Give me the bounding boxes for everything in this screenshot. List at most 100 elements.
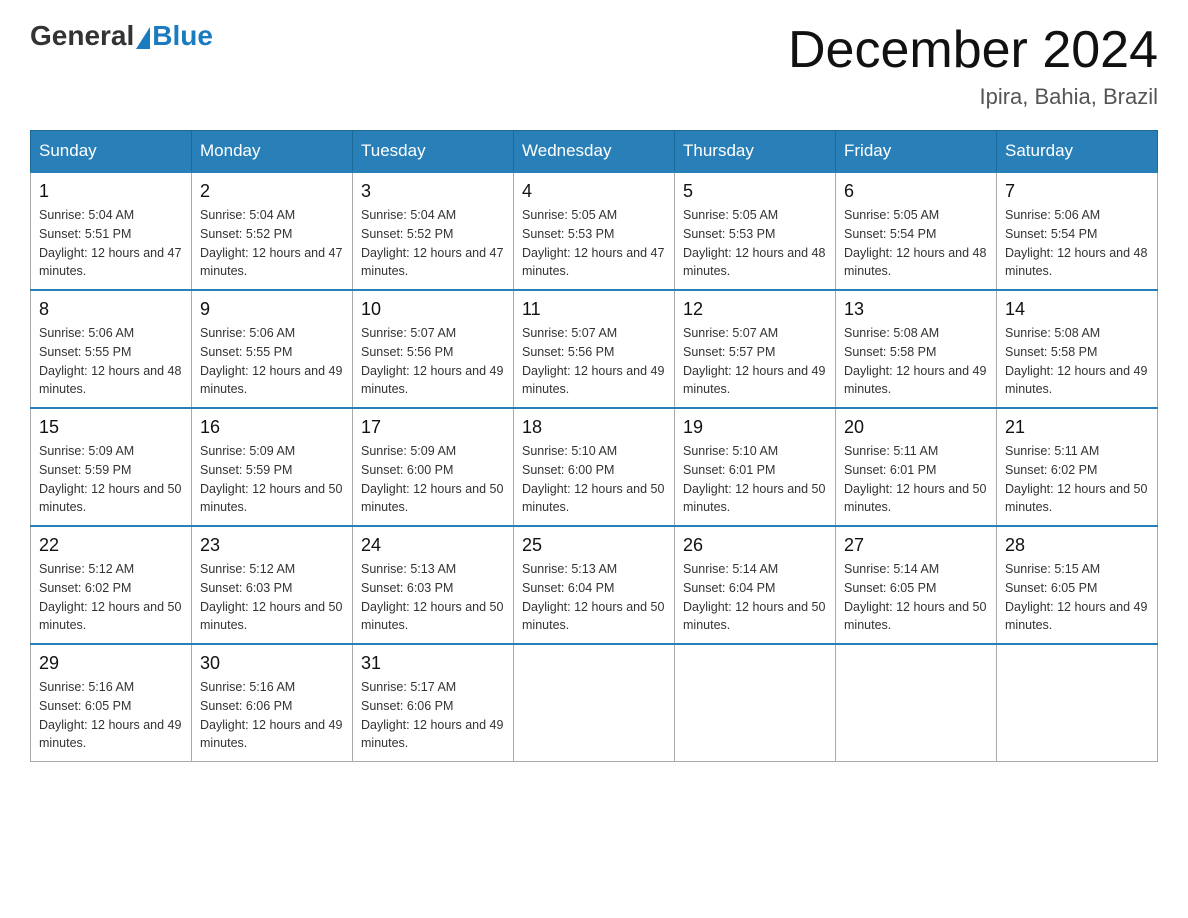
day-info: Sunrise: 5:11 AM Sunset: 6:01 PM Dayligh…: [844, 442, 988, 517]
day-info: Sunrise: 5:15 AM Sunset: 6:05 PM Dayligh…: [1005, 560, 1149, 635]
day-number: 7: [1005, 181, 1149, 202]
day-number: 27: [844, 535, 988, 556]
day-number: 25: [522, 535, 666, 556]
day-info: Sunrise: 5:11 AM Sunset: 6:02 PM Dayligh…: [1005, 442, 1149, 517]
table-row: 3 Sunrise: 5:04 AM Sunset: 5:52 PM Dayli…: [353, 172, 514, 290]
col-wednesday: Wednesday: [514, 131, 675, 173]
day-number: 14: [1005, 299, 1149, 320]
table-row: 16 Sunrise: 5:09 AM Sunset: 5:59 PM Dayl…: [192, 408, 353, 526]
table-row: 8 Sunrise: 5:06 AM Sunset: 5:55 PM Dayli…: [31, 290, 192, 408]
day-info: Sunrise: 5:04 AM Sunset: 5:51 PM Dayligh…: [39, 206, 183, 281]
day-info: Sunrise: 5:08 AM Sunset: 5:58 PM Dayligh…: [844, 324, 988, 399]
table-row: 6 Sunrise: 5:05 AM Sunset: 5:54 PM Dayli…: [836, 172, 997, 290]
week-row-5: 29 Sunrise: 5:16 AM Sunset: 6:05 PM Dayl…: [31, 644, 1158, 762]
day-info: Sunrise: 5:06 AM Sunset: 5:55 PM Dayligh…: [39, 324, 183, 399]
day-number: 11: [522, 299, 666, 320]
day-info: Sunrise: 5:10 AM Sunset: 6:00 PM Dayligh…: [522, 442, 666, 517]
day-number: 30: [200, 653, 344, 674]
day-number: 1: [39, 181, 183, 202]
table-row: 11 Sunrise: 5:07 AM Sunset: 5:56 PM Dayl…: [514, 290, 675, 408]
day-number: 8: [39, 299, 183, 320]
day-info: Sunrise: 5:13 AM Sunset: 6:04 PM Dayligh…: [522, 560, 666, 635]
day-info: Sunrise: 5:13 AM Sunset: 6:03 PM Dayligh…: [361, 560, 505, 635]
day-number: 3: [361, 181, 505, 202]
day-number: 12: [683, 299, 827, 320]
table-row: [997, 644, 1158, 762]
day-number: 26: [683, 535, 827, 556]
day-number: 16: [200, 417, 344, 438]
week-row-2: 8 Sunrise: 5:06 AM Sunset: 5:55 PM Dayli…: [31, 290, 1158, 408]
day-info: Sunrise: 5:08 AM Sunset: 5:58 PM Dayligh…: [1005, 324, 1149, 399]
logo-triangle-icon: [136, 27, 150, 49]
day-info: Sunrise: 5:10 AM Sunset: 6:01 PM Dayligh…: [683, 442, 827, 517]
table-row: 31 Sunrise: 5:17 AM Sunset: 6:06 PM Dayl…: [353, 644, 514, 762]
day-number: 13: [844, 299, 988, 320]
day-number: 9: [200, 299, 344, 320]
day-info: Sunrise: 5:09 AM Sunset: 5:59 PM Dayligh…: [39, 442, 183, 517]
table-row: 7 Sunrise: 5:06 AM Sunset: 5:54 PM Dayli…: [997, 172, 1158, 290]
day-number: 19: [683, 417, 827, 438]
day-number: 22: [39, 535, 183, 556]
day-number: 20: [844, 417, 988, 438]
day-info: Sunrise: 5:05 AM Sunset: 5:54 PM Dayligh…: [844, 206, 988, 281]
day-info: Sunrise: 5:07 AM Sunset: 5:56 PM Dayligh…: [522, 324, 666, 399]
logo-blue-part: Blue: [134, 20, 213, 52]
day-info: Sunrise: 5:12 AM Sunset: 6:02 PM Dayligh…: [39, 560, 183, 635]
day-number: 17: [361, 417, 505, 438]
location-subtitle: Ipira, Bahia, Brazil: [788, 84, 1158, 110]
table-row: 20 Sunrise: 5:11 AM Sunset: 6:01 PM Dayl…: [836, 408, 997, 526]
table-row: 23 Sunrise: 5:12 AM Sunset: 6:03 PM Dayl…: [192, 526, 353, 644]
logo: General Blue: [30, 20, 213, 52]
table-row: 27 Sunrise: 5:14 AM Sunset: 6:05 PM Dayl…: [836, 526, 997, 644]
week-row-1: 1 Sunrise: 5:04 AM Sunset: 5:51 PM Dayli…: [31, 172, 1158, 290]
month-year-title: December 2024: [788, 20, 1158, 80]
day-info: Sunrise: 5:04 AM Sunset: 5:52 PM Dayligh…: [200, 206, 344, 281]
day-info: Sunrise: 5:05 AM Sunset: 5:53 PM Dayligh…: [683, 206, 827, 281]
day-number: 23: [200, 535, 344, 556]
day-info: Sunrise: 5:06 AM Sunset: 5:54 PM Dayligh…: [1005, 206, 1149, 281]
day-number: 6: [844, 181, 988, 202]
table-row: 9 Sunrise: 5:06 AM Sunset: 5:55 PM Dayli…: [192, 290, 353, 408]
table-row: [675, 644, 836, 762]
calendar-table: Sunday Monday Tuesday Wednesday Thursday…: [30, 130, 1158, 762]
day-number: 5: [683, 181, 827, 202]
day-info: Sunrise: 5:05 AM Sunset: 5:53 PM Dayligh…: [522, 206, 666, 281]
table-row: 4 Sunrise: 5:05 AM Sunset: 5:53 PM Dayli…: [514, 172, 675, 290]
table-row: 22 Sunrise: 5:12 AM Sunset: 6:02 PM Dayl…: [31, 526, 192, 644]
table-row: 17 Sunrise: 5:09 AM Sunset: 6:00 PM Dayl…: [353, 408, 514, 526]
logo-blue-text: Blue: [152, 20, 213, 52]
day-info: Sunrise: 5:16 AM Sunset: 6:05 PM Dayligh…: [39, 678, 183, 753]
day-info: Sunrise: 5:16 AM Sunset: 6:06 PM Dayligh…: [200, 678, 344, 753]
page-header: General Blue December 2024 Ipira, Bahia,…: [30, 20, 1158, 110]
table-row: 26 Sunrise: 5:14 AM Sunset: 6:04 PM Dayl…: [675, 526, 836, 644]
col-friday: Friday: [836, 131, 997, 173]
col-thursday: Thursday: [675, 131, 836, 173]
col-monday: Monday: [192, 131, 353, 173]
table-row: 21 Sunrise: 5:11 AM Sunset: 6:02 PM Dayl…: [997, 408, 1158, 526]
day-number: 29: [39, 653, 183, 674]
day-number: 21: [1005, 417, 1149, 438]
week-row-3: 15 Sunrise: 5:09 AM Sunset: 5:59 PM Dayl…: [31, 408, 1158, 526]
table-row: 2 Sunrise: 5:04 AM Sunset: 5:52 PM Dayli…: [192, 172, 353, 290]
day-info: Sunrise: 5:12 AM Sunset: 6:03 PM Dayligh…: [200, 560, 344, 635]
day-info: Sunrise: 5:14 AM Sunset: 6:05 PM Dayligh…: [844, 560, 988, 635]
table-row: 14 Sunrise: 5:08 AM Sunset: 5:58 PM Dayl…: [997, 290, 1158, 408]
day-info: Sunrise: 5:09 AM Sunset: 5:59 PM Dayligh…: [200, 442, 344, 517]
table-row: 10 Sunrise: 5:07 AM Sunset: 5:56 PM Dayl…: [353, 290, 514, 408]
table-row: 25 Sunrise: 5:13 AM Sunset: 6:04 PM Dayl…: [514, 526, 675, 644]
table-row: 18 Sunrise: 5:10 AM Sunset: 6:00 PM Dayl…: [514, 408, 675, 526]
day-info: Sunrise: 5:04 AM Sunset: 5:52 PM Dayligh…: [361, 206, 505, 281]
day-number: 31: [361, 653, 505, 674]
day-info: Sunrise: 5:07 AM Sunset: 5:57 PM Dayligh…: [683, 324, 827, 399]
table-row: 19 Sunrise: 5:10 AM Sunset: 6:01 PM Dayl…: [675, 408, 836, 526]
table-row: 1 Sunrise: 5:04 AM Sunset: 5:51 PM Dayli…: [31, 172, 192, 290]
calendar-header-row: Sunday Monday Tuesday Wednesday Thursday…: [31, 131, 1158, 173]
table-row: 15 Sunrise: 5:09 AM Sunset: 5:59 PM Dayl…: [31, 408, 192, 526]
table-row: 12 Sunrise: 5:07 AM Sunset: 5:57 PM Dayl…: [675, 290, 836, 408]
table-row: [836, 644, 997, 762]
col-sunday: Sunday: [31, 131, 192, 173]
col-tuesday: Tuesday: [353, 131, 514, 173]
day-number: 28: [1005, 535, 1149, 556]
day-number: 4: [522, 181, 666, 202]
title-section: December 2024 Ipira, Bahia, Brazil: [788, 20, 1158, 110]
